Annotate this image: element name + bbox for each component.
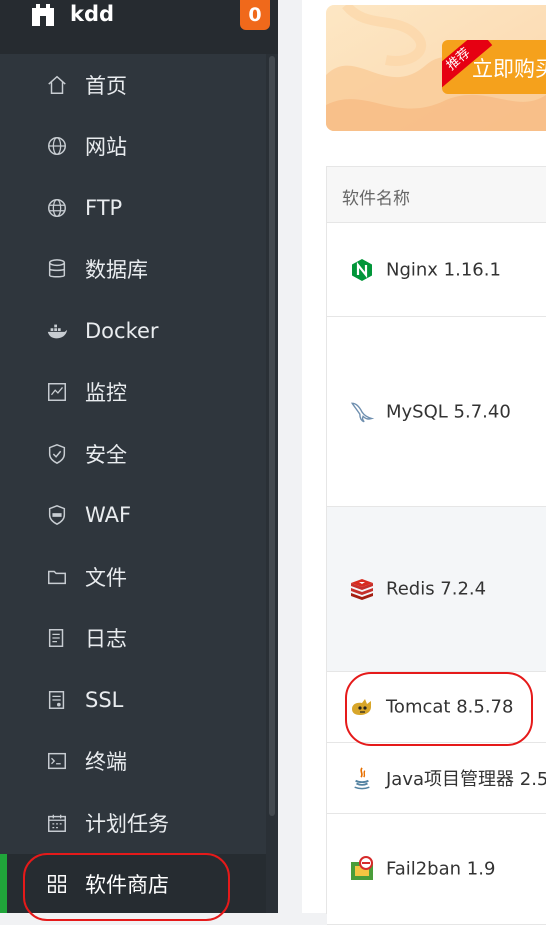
ssl-icon	[45, 688, 69, 712]
sidebar-scrollbar[interactable]	[266, 54, 278, 913]
software-name: Java项目管理器 2.5	[386, 769, 546, 790]
folder-icon	[45, 565, 69, 589]
software-name: Redis 7.2.4	[386, 578, 487, 600]
sidebar-item-docker[interactable]: Docker	[0, 300, 266, 362]
table-row[interactable]: MySQL 5.7.40	[327, 317, 546, 507]
software-name: Tomcat 8.5.78	[386, 696, 514, 718]
notification-badge[interactable]: 0	[240, 0, 270, 30]
sidebar-item-label: SSL	[85, 687, 124, 712]
sidebar-item-label: Docker	[85, 318, 159, 343]
sidebar-header: kdd 0	[0, 0, 278, 54]
software-name: Nginx 1.16.1	[386, 259, 501, 280]
sidebar-item-label: 网站	[85, 135, 127, 160]
sidebar-item-label: 安全	[85, 442, 127, 467]
sidebar-item-waf[interactable]: WAF	[0, 485, 266, 547]
java-icon	[349, 765, 375, 791]
table-row[interactable]: Java项目管理器 2.5	[327, 743, 546, 814]
sidebar-item-cron[interactable]: 计划任务	[0, 792, 266, 854]
sidebar-item-label: 数据库	[85, 258, 148, 283]
castle-logo-icon	[30, 0, 56, 30]
redis-icon	[349, 576, 375, 602]
sidebar-item-website[interactable]: 网站	[0, 116, 266, 178]
column-header-software-name: 软件名称	[342, 189, 410, 209]
sidebar-item-label: FTP	[85, 195, 123, 220]
sidebar-item-terminal[interactable]: 终端	[0, 731, 266, 793]
sidebar-item-label: WAF	[85, 503, 132, 528]
ftp-globe-icon	[45, 196, 69, 220]
sidebar-nav: 首页 网站 FTP 数据库 Docker 监控 安全 WAF 文件 日志 SSL…	[0, 54, 266, 913]
database-icon	[45, 257, 69, 281]
fail2ban-icon	[349, 856, 375, 882]
sidebar-item-files[interactable]: 文件	[0, 546, 266, 608]
calendar-icon	[45, 811, 69, 835]
table-row[interactable]: Tomcat 8.5.78	[327, 672, 546, 743]
sidebar-item-ftp[interactable]: FTP	[0, 177, 266, 239]
tomcat-icon	[349, 694, 375, 720]
software-name: MySQL 5.7.40	[386, 401, 511, 422]
buy-now-button[interactable]: 推荐 立即购买	[442, 40, 546, 94]
software-table: 软件名称 Nginx 1.16.1 MySQL 5.7.40 Redis 7.2…	[326, 166, 546, 925]
nginx-icon	[349, 257, 375, 283]
mysql-dolphin-icon	[349, 399, 375, 425]
sidebar-item-label: 软件商店	[85, 873, 169, 898]
monitor-icon	[45, 380, 69, 404]
software-name: Fail2ban 1.9	[386, 858, 496, 880]
table-header: 软件名称	[327, 167, 546, 223]
sidebar-scroll-thumb[interactable]	[269, 56, 275, 816]
shield-check-icon	[45, 442, 69, 466]
sidebar-item-label: 终端	[85, 750, 127, 775]
docker-icon	[45, 319, 69, 343]
table-row[interactable]: Nginx 1.16.1	[327, 223, 546, 317]
app-grid-icon	[45, 872, 69, 896]
waf-shield-icon	[45, 503, 69, 527]
sidebar: kdd 0 首页 网站 FTP 数据库 Docker 监控 安全 WAF 文件 …	[0, 0, 278, 913]
sidebar-item-home[interactable]: 首页	[0, 54, 266, 116]
table-row[interactable]: Fail2ban 1.9	[327, 814, 546, 925]
sidebar-item-logs[interactable]: 日志	[0, 608, 266, 670]
sidebar-item-ssl[interactable]: SSL	[0, 669, 266, 731]
table-row[interactable]: Redis 7.2.4	[327, 507, 546, 672]
buy-now-label: 立即购买	[472, 57, 546, 81]
home-icon	[45, 73, 69, 97]
sidebar-item-database[interactable]: 数据库	[0, 239, 266, 301]
sidebar-item-app-store[interactable]: 软件商店	[0, 853, 266, 913]
terminal-icon	[45, 749, 69, 773]
sidebar-item-label: 文件	[85, 565, 127, 590]
sidebar-item-label: 计划任务	[85, 811, 169, 836]
server-name[interactable]: kdd	[70, 2, 114, 26]
sidebar-item-label: 监控	[85, 381, 127, 406]
active-indicator	[0, 853, 7, 913]
globe-icon	[45, 134, 69, 158]
sidebar-item-monitor[interactable]: 监控	[0, 362, 266, 424]
sidebar-item-security[interactable]: 安全	[0, 423, 266, 485]
log-icon	[45, 626, 69, 650]
sidebar-item-label: 日志	[85, 627, 127, 652]
sidebar-item-label: 首页	[85, 73, 127, 98]
